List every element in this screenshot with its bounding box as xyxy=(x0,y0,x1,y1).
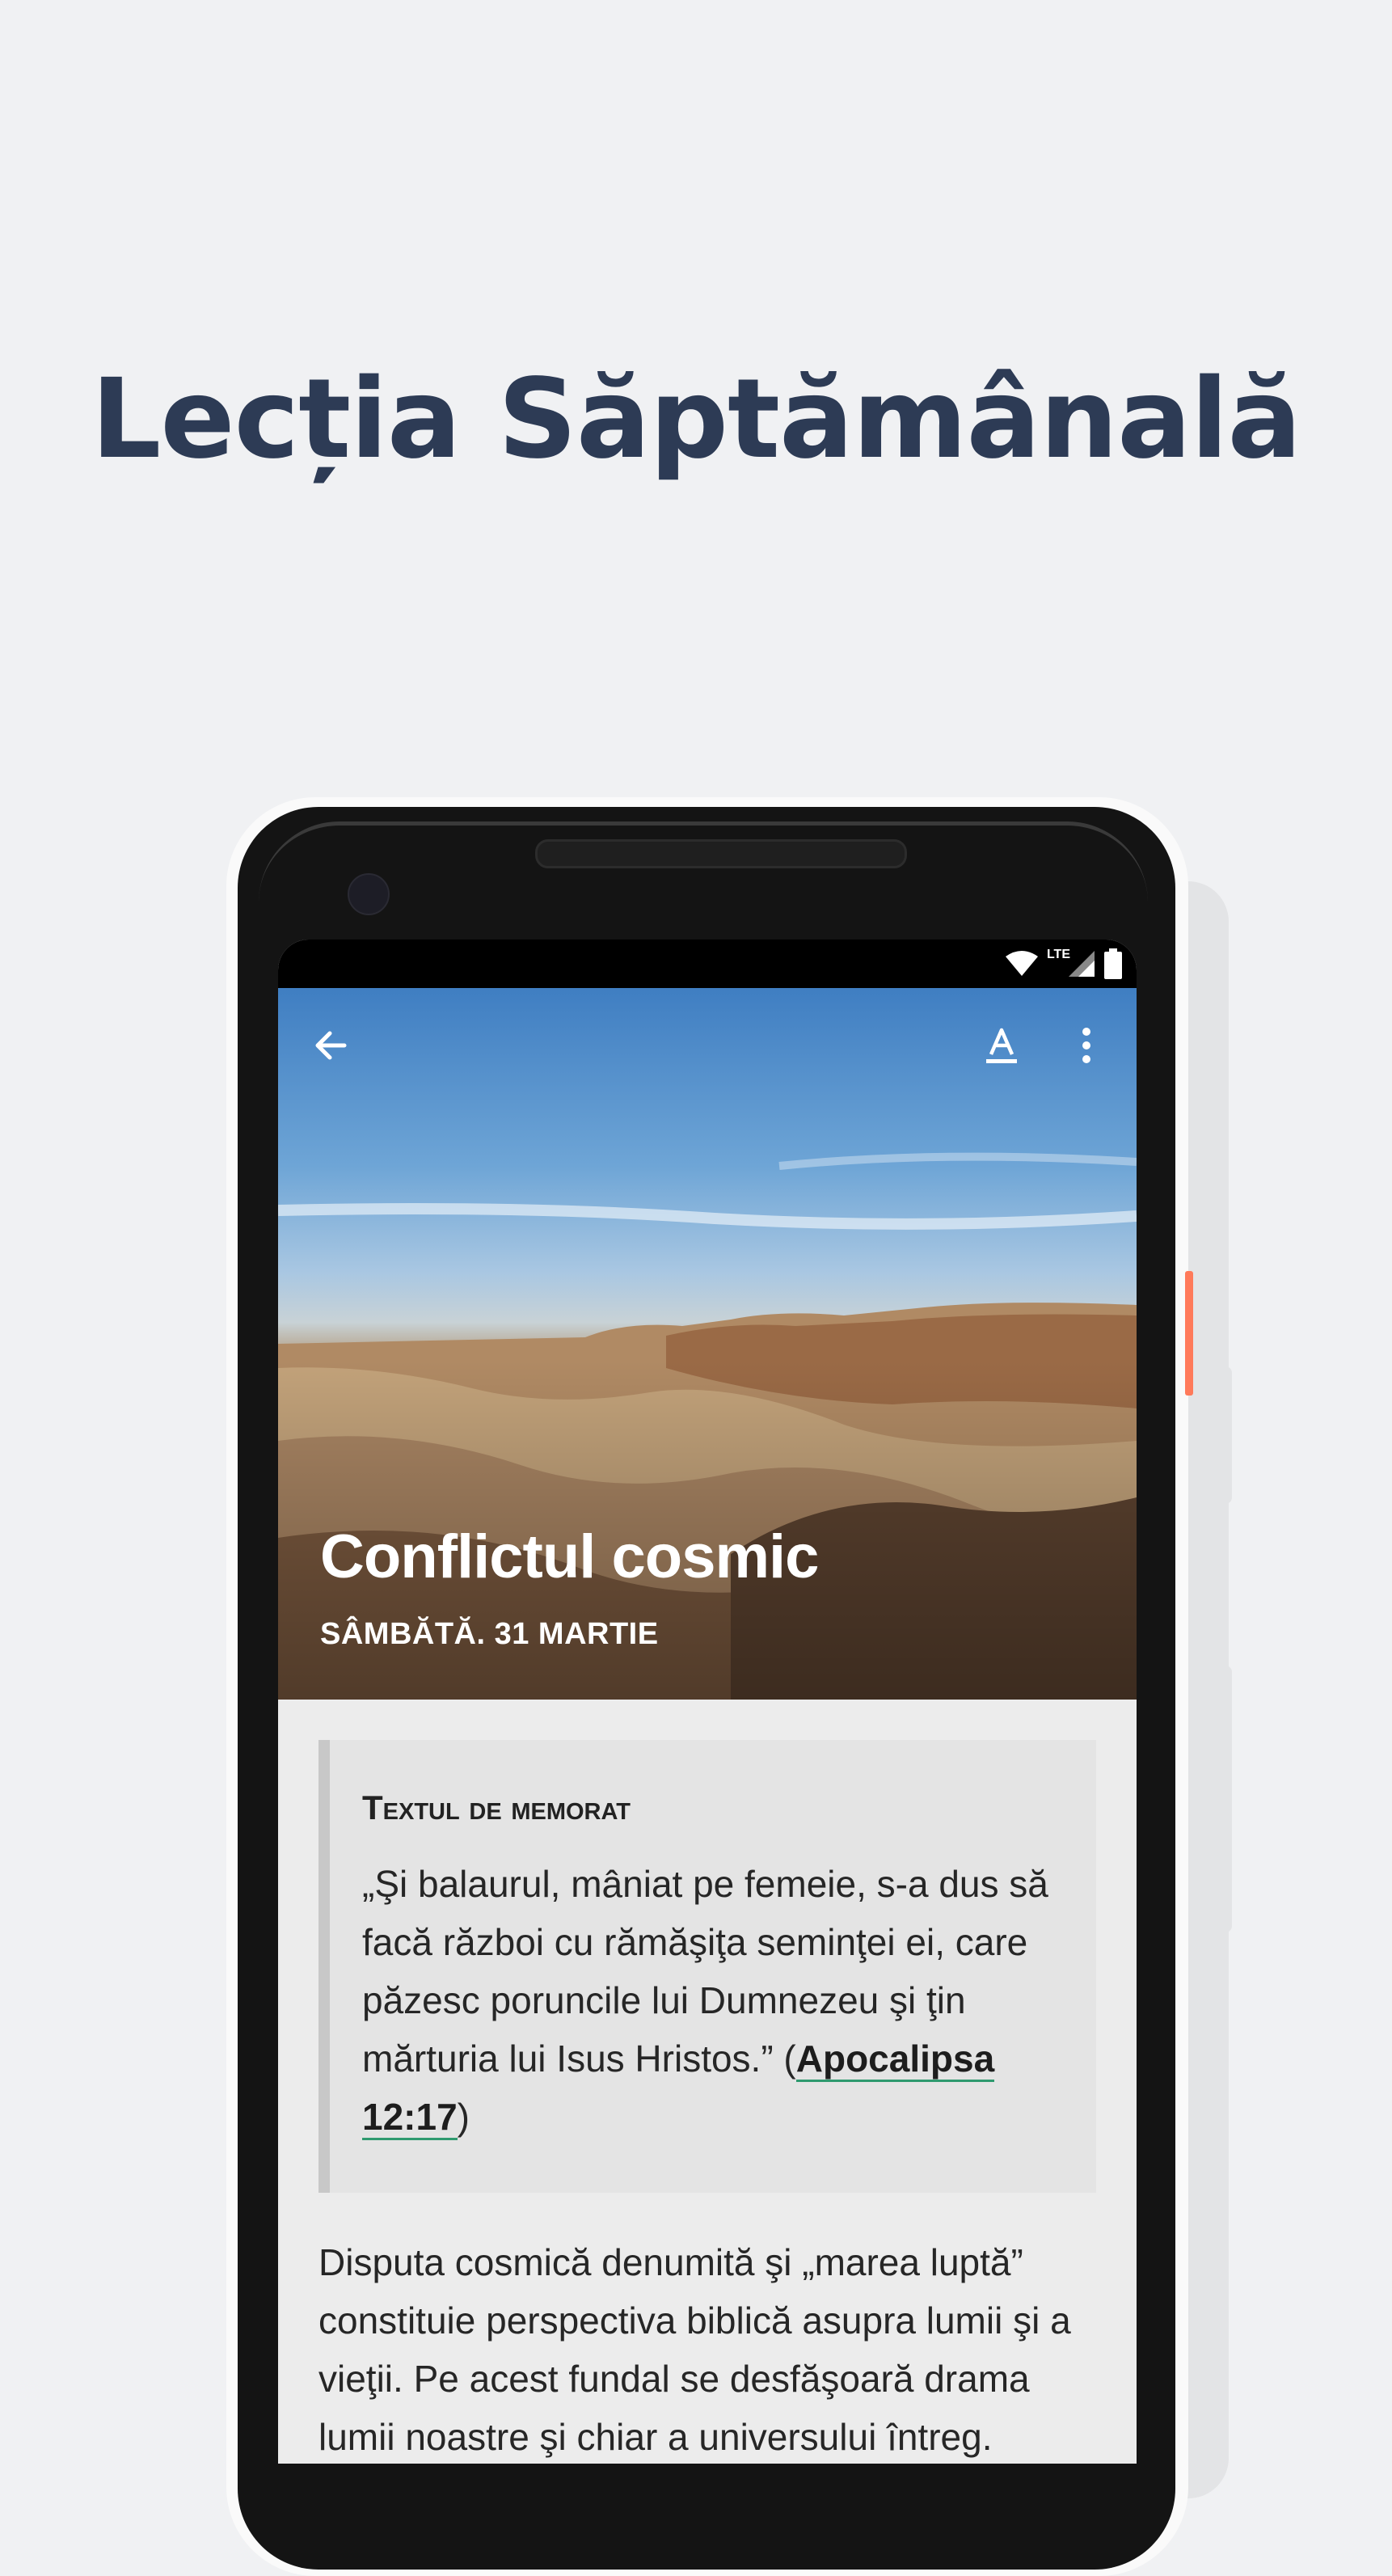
memory-verse-heading: Textul de memorat xyxy=(362,1788,631,1826)
memory-verse-closing: ) xyxy=(457,2096,470,2138)
phone-screen: LTE Conflictul cosmic SÂMBĂTĂ. 31 MARTIE… xyxy=(278,940,1137,2464)
lesson-body-paragraph: Disputa cosmică denumită şi „marea luptă… xyxy=(318,2241,1071,2458)
status-icons: LTE xyxy=(1005,948,1122,980)
arrow-left-icon xyxy=(315,1031,347,1060)
battery-icon xyxy=(1104,948,1122,979)
cellular-signal-icon xyxy=(1069,951,1095,977)
more-options-button[interactable] xyxy=(1074,1025,1099,1066)
phone-speaker xyxy=(535,839,907,868)
text-format-button[interactable] xyxy=(981,1025,1022,1066)
promo-title: Lecția Săptămânală xyxy=(91,356,1302,484)
front-camera xyxy=(348,873,390,915)
wifi-icon xyxy=(1005,951,1038,976)
text-format-icon xyxy=(986,1028,1017,1063)
phone-power-button xyxy=(1213,1666,1232,1932)
phone-top-rim xyxy=(259,821,1148,923)
phone-volume-button xyxy=(1213,1366,1232,1504)
lesson-hero-image: Conflictul cosmic SÂMBĂTĂ. 31 MARTIE xyxy=(278,988,1137,1700)
back-button[interactable] xyxy=(310,1025,351,1066)
phone-accent-key xyxy=(1185,1271,1193,1396)
memory-verse-text: „Şi balaurul, mâniat pe femeie, s-a dus … xyxy=(362,1855,1074,2146)
lesson-title: Conflictul cosmic xyxy=(320,1522,819,1591)
status-bar: LTE xyxy=(278,940,1137,988)
lesson-date: SÂMBĂTĂ. 31 MARTIE xyxy=(320,1617,659,1651)
more-vertical-icon xyxy=(1082,1028,1090,1063)
memory-verse-box: Textul de memorat „Şi balaurul, mâniat p… xyxy=(318,1740,1096,2193)
